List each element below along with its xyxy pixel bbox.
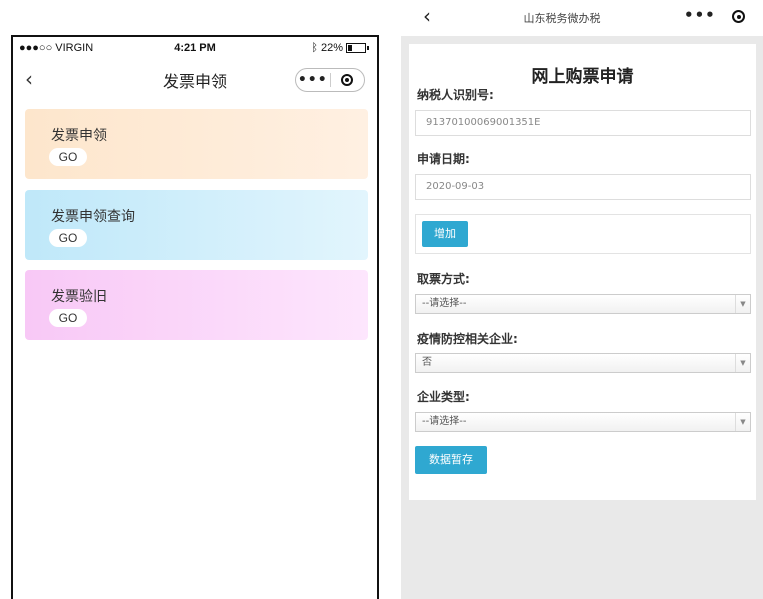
epidemic-enterprise-label: 疫情防控相关企业: [417, 332, 518, 346]
card-title: 发票验旧 [51, 289, 107, 305]
apply-date-label: 申请日期: [417, 152, 470, 166]
nav-bar: ‹ 发票申领 ••• [13, 59, 377, 101]
add-section: 增加 [415, 214, 751, 254]
page-title: 山东税务微办税 [523, 12, 601, 25]
card-invoice-verify-old[interactable]: 发票验旧 GO [25, 270, 368, 340]
pickup-method-label: 取票方式: [417, 272, 470, 286]
battery-indicator: ᛒ 22% [311, 42, 369, 54]
go-button[interactable]: GO [49, 148, 87, 166]
target-circle-icon[interactable] [732, 10, 745, 23]
more-options-button[interactable]: ••• [296, 69, 330, 91]
go-button[interactable]: GO [49, 309, 87, 327]
select-value: 否 [422, 357, 432, 368]
more-options-button[interactable]: ••• [684, 6, 716, 24]
mini-program-capsule: ••• [295, 68, 365, 92]
chevron-down-icon: ▼ [735, 413, 750, 431]
apply-date-input[interactable]: 2020-09-03 [415, 174, 751, 200]
add-button[interactable]: 增加 [422, 221, 468, 247]
enterprise-type-label: 企业类型: [417, 390, 470, 404]
purchase-form-panel: 网上购票申请 纳税人识别号: 91370100069001351E 申请日期: … [409, 44, 756, 500]
taxpayer-id-label: 纳税人识别号: [417, 88, 494, 102]
epidemic-enterprise-select[interactable]: 否 ▼ [415, 353, 751, 373]
battery-icon [346, 43, 366, 53]
enterprise-type-select[interactable]: --请选择-- ▼ [415, 412, 751, 432]
chevron-down-icon: ▼ [735, 295, 750, 313]
right-phone-screen: ‹ 山东税务微办税 ••• 网上购票申请 纳税人识别号: 91370100069… [401, 0, 763, 599]
nav-bar: ‹ 山东税务微办税 ••• [401, 0, 763, 36]
go-button[interactable]: GO [49, 229, 87, 247]
left-phone-screen: ●●●○○ VIRGIN 4:21 PM ᛒ 22% ‹ 发票申领 ••• 发票… [11, 35, 379, 599]
select-value: --请选择-- [422, 416, 467, 427]
bluetooth-icon: ᛒ [311, 42, 318, 54]
close-mini-program-button[interactable] [331, 74, 365, 86]
card-title: 发票申领 [51, 128, 107, 144]
card-invoice-apply[interactable]: 发票申领 GO [25, 109, 368, 179]
taxpayer-id-input[interactable]: 91370100069001351E [415, 110, 751, 136]
pickup-method-select[interactable]: --请选择-- ▼ [415, 294, 751, 314]
card-title: 发票申领查询 [51, 209, 135, 225]
form-heading: 网上购票申请 [531, 67, 634, 87]
target-circle-icon [341, 74, 354, 86]
battery-percent: 22% [320, 42, 343, 54]
status-bar: ●●●○○ VIRGIN 4:21 PM ᛒ 22% [13, 37, 377, 59]
card-invoice-apply-query[interactable]: 发票申领查询 GO [25, 190, 368, 260]
select-value: --请选择-- [422, 298, 467, 309]
save-draft-button[interactable]: 数据暂存 [415, 446, 487, 474]
chevron-down-icon: ▼ [735, 354, 750, 372]
